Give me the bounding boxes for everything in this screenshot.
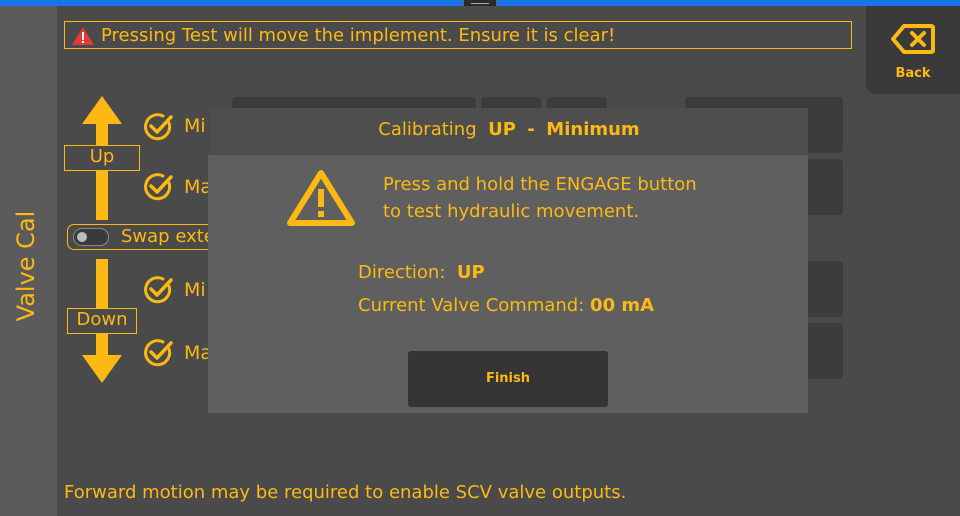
check-circle-icon [143,275,173,309]
back-label: Back [895,66,931,81]
dialog-title-prefix: Calibrating [378,119,477,140]
check-circle-icon [143,338,173,372]
toggle-knob [77,232,87,242]
direction-value: UP [456,262,485,283]
warning-text: Pressing Test will move the implement. E… [101,25,616,46]
footer-note: Forward motion may be required to enable… [64,482,627,503]
direction-row: Direction: UP [358,262,485,283]
command-value: 00 mA [590,295,655,316]
down-label: Down [67,308,137,334]
check-circle-icon [143,112,173,146]
warning-icon [286,169,356,231]
sidebar: Valve Cal [0,6,57,516]
swap-toggle-row[interactable]: Swap exte [67,224,217,250]
command-label: Current Valve Command: [358,295,585,316]
dialog-title-sep: - [527,119,535,140]
page-title: Valve Cal [12,210,40,322]
dialog-title: Calibrating UP - Minimum [210,108,808,155]
warning-banner: Pressing Test will move the implement. E… [64,21,852,49]
swap-label: Swap exte [121,226,215,247]
calibration-dialog: Press and hold the ENGAGE button to test… [208,155,808,413]
back-button[interactable]: Back [866,6,960,94]
direction-label: Direction: [358,262,446,283]
instruction-line-1: Press and hold the ENGAGE button [383,174,697,195]
check-circle-icon [143,172,173,206]
row-label: Mi [184,279,206,301]
command-row: Current Valve Command: 00 mA [358,295,654,316]
backspace-icon [890,23,936,59]
dialog-title-direction: UP [488,119,516,140]
finish-button[interactable]: Finish [408,351,608,407]
instruction-line-2: to test hydraulic movement. [383,201,640,222]
up-label: Up [64,145,140,171]
warning-triangle-icon [71,26,95,54]
dialog-title-mode: Minimum [546,119,640,140]
row-label: Mi [184,115,206,137]
swap-toggle[interactable] [73,228,109,246]
